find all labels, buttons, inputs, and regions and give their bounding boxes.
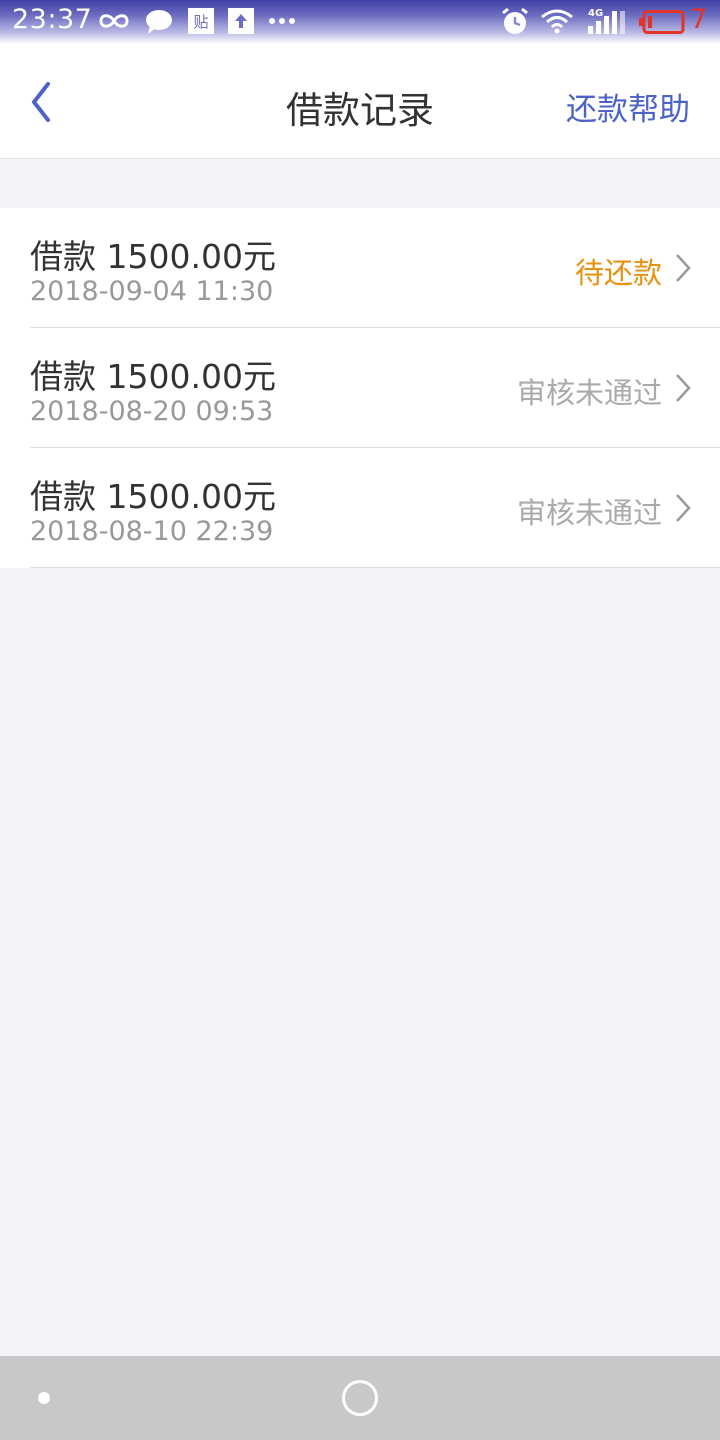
chevron-right-icon — [676, 254, 691, 282]
loan-status: 审核未通过 — [516, 496, 662, 530]
status-time: 23:37 — [12, 4, 93, 35]
repayment-help-link[interactable]: 还款帮助 — [566, 84, 690, 129]
loan-record-row[interactable]: 借款 1500.00元 2018-08-20 09:53 审核未通过 — [0, 328, 720, 448]
nav-dot-icon[interactable] — [38, 1392, 50, 1404]
loan-status: 待还款 — [574, 256, 662, 290]
loan-date: 2018-08-10 22:39 — [30, 516, 274, 547]
row-divider — [30, 567, 720, 568]
loan-date: 2018-09-04 11:30 — [30, 276, 274, 307]
battery-icon — [639, 10, 685, 34]
signal-icon — [586, 10, 626, 34]
loan-amount: 借款 1500.00元 — [30, 477, 276, 516]
loan-records-screen: 23:37 贴 4G 7 借款记录 还款帮助 借款 1500.00元 2018-… — [0, 0, 720, 1440]
header-bar: 借款记录 还款帮助 — [0, 44, 720, 159]
more-dots-icon — [268, 17, 296, 25]
loan-record-row[interactable]: 借款 1500.00元 2018-08-10 22:39 审核未通过 — [0, 448, 720, 568]
chevron-right-icon — [676, 374, 691, 402]
wifi-icon — [540, 8, 574, 34]
status-bar: 23:37 贴 4G 7 — [0, 0, 720, 44]
alarm-icon — [500, 7, 530, 37]
loan-status: 审核未通过 — [516, 376, 662, 410]
tieba-icon: 贴 — [188, 8, 214, 34]
chevron-right-icon — [676, 494, 691, 522]
battery-level: 7 — [690, 4, 708, 35]
loan-record-list: 借款 1500.00元 2018-09-04 11:30 待还款 借款 1500… — [0, 208, 720, 568]
loan-amount: 借款 1500.00元 — [30, 237, 276, 276]
home-circle-icon[interactable] — [342, 1380, 378, 1416]
infinity-icon — [97, 11, 131, 31]
upload-icon — [228, 8, 254, 34]
loan-date: 2018-08-20 09:53 — [30, 396, 274, 427]
system-nav-bar — [0, 1356, 720, 1440]
loan-amount: 借款 1500.00元 — [30, 357, 276, 396]
loan-record-row[interactable]: 借款 1500.00元 2018-09-04 11:30 待还款 — [0, 208, 720, 328]
svg-text:贴: 贴 — [193, 13, 208, 31]
chat-bubble-icon — [145, 9, 173, 35]
